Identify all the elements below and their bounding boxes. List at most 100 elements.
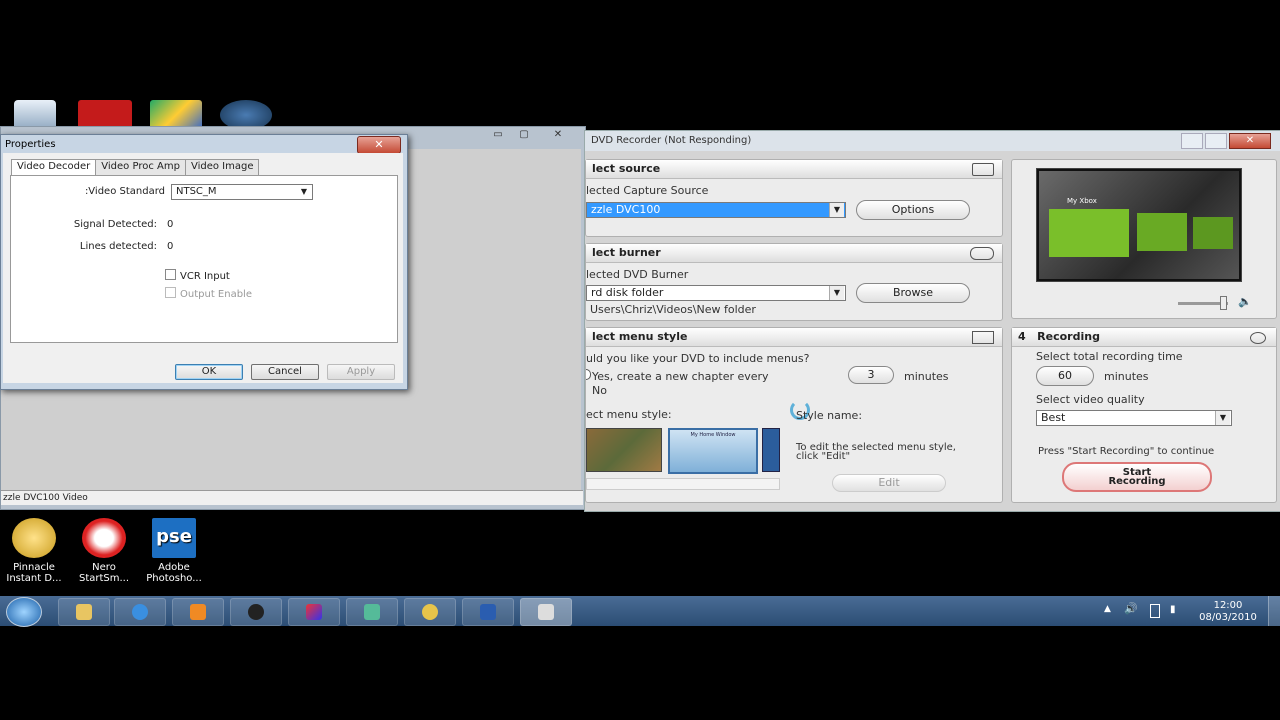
- taskbar: ▲ 🔊 ▮ 12:00 08/03/2010: [0, 596, 1280, 627]
- signal-detected-value: 0: [167, 219, 174, 230]
- preview-panel: My Xbox 🔈: [1011, 159, 1277, 319]
- recording-title: Recording: [1037, 330, 1100, 343]
- close-button[interactable]: ✕: [1229, 133, 1271, 149]
- dvd-burner-select[interactable]: rd disk folder ▼: [586, 285, 846, 301]
- tab-video-image[interactable]: Video Image: [184, 159, 260, 176]
- recording-panel: 4 Recording Select total recording time …: [1011, 327, 1277, 503]
- taskbar-pinnacle[interactable]: [404, 598, 456, 626]
- media-player-icon: [190, 604, 206, 620]
- chevron-down-icon: ▼: [297, 185, 311, 199]
- folder-icon: [76, 604, 92, 620]
- window-title: DVD Recorder (Not Responding): [591, 135, 752, 146]
- start-button[interactable]: [6, 597, 42, 627]
- shortcut-label-line1: Pinnacle: [13, 562, 55, 573]
- browse-button[interactable]: Browse: [856, 283, 970, 303]
- cancel-button[interactable]: Cancel: [251, 364, 319, 380]
- recording-time-label: Select total recording time: [1036, 350, 1183, 363]
- chevron-down-icon: ▼: [829, 203, 844, 217]
- taskbar-tv[interactable]: [230, 598, 282, 626]
- menu-thumbnail-3[interactable]: [762, 428, 780, 472]
- taskbar-film[interactable]: [462, 598, 514, 626]
- yes-chapter-label[interactable]: Yes, create a new chapter every: [592, 370, 769, 383]
- maximize-button[interactable]: ▢: [513, 129, 535, 141]
- start-recording-button[interactable]: Start Recording: [1062, 462, 1212, 492]
- video-preview: My Xbox: [1036, 168, 1242, 282]
- volume-icon[interactable]: 🔊: [1124, 602, 1138, 615]
- people-icon: [364, 604, 380, 620]
- vcr-input-checkbox[interactable]: VCR Input: [165, 269, 230, 282]
- video-standard-select[interactable]: NTSC_M ▼: [171, 184, 313, 200]
- apply-button[interactable]: Apply: [327, 364, 395, 380]
- record-icon: [1250, 332, 1266, 344]
- taskbar-ie[interactable]: [114, 598, 166, 626]
- clock-time[interactable]: 12:00: [1200, 600, 1256, 611]
- taskbar-people[interactable]: [346, 598, 398, 626]
- minimize-button[interactable]: ▭: [487, 129, 509, 141]
- video-standard-label: :Video Standard: [84, 186, 165, 197]
- taskbar-explorer[interactable]: [58, 598, 110, 626]
- preview-caption: My Xbox: [1067, 197, 1097, 205]
- menu-scrollbar[interactable]: [586, 478, 780, 490]
- burner-panel: lect burner lected DVD Burner rd disk fo…: [585, 243, 1003, 321]
- clock-date[interactable]: 08/03/2010: [1196, 612, 1260, 623]
- desktop-shortcut-pinnacle[interactable]: Pinnacle Instant D...: [2, 518, 66, 584]
- maximize-button[interactable]: [1205, 133, 1227, 149]
- taskbar-media-player[interactable]: [172, 598, 224, 626]
- show-desktop-button[interactable]: [1268, 596, 1280, 626]
- menu-style-label: ect menu style:: [586, 408, 672, 421]
- chapter-minutes-unit: minutes: [904, 370, 949, 383]
- pinnacle-icon: [12, 518, 56, 558]
- preview-tile-third: [1193, 217, 1233, 249]
- close-button[interactable]: ✕: [547, 129, 569, 141]
- disc-icon: [970, 247, 994, 260]
- photoshop-icon: pse: [152, 518, 196, 558]
- menu-panel: lect menu style uld you like your DVD to…: [585, 327, 1003, 503]
- video-quality-value: Best: [1041, 411, 1066, 424]
- thumbnail-caption: My Home Window: [690, 432, 736, 438]
- desktop-shortcut-nero[interactable]: Nero StartSm...: [72, 518, 136, 584]
- dvd-titlebar: DVD Recorder (Not Responding) ✕: [585, 131, 1280, 151]
- shortcut-label-line2: Instant D...: [6, 573, 62, 584]
- preview-tile-second: [1137, 213, 1187, 251]
- recording-time-input[interactable]: 60: [1036, 366, 1094, 386]
- volume-thumb[interactable]: [1220, 296, 1227, 310]
- capture-icon: [972, 163, 994, 176]
- nero-icon: [82, 518, 126, 558]
- shortcut-label-line2: StartSm...: [78, 573, 130, 584]
- source-header: lect source: [586, 160, 1002, 179]
- shortcut-label-line1: Nero: [92, 562, 116, 573]
- taskbar-dvd-recorder[interactable]: [520, 598, 572, 626]
- video-quality-select[interactable]: Best ▼: [1036, 410, 1232, 426]
- capture-source-select[interactable]: zzle DVC100 ▼: [586, 202, 846, 218]
- yes-radio[interactable]: [586, 369, 591, 380]
- checkbox-box: [165, 269, 176, 280]
- output-enable-checkbox[interactable]: Output Enable: [165, 287, 252, 300]
- menu-icon: [972, 331, 994, 344]
- ok-button[interactable]: OK: [175, 364, 243, 380]
- menu-thumbnail-1[interactable]: [586, 428, 662, 472]
- close-button[interactable]: ✕: [357, 136, 401, 154]
- dvd-burner-value: rd disk folder: [591, 286, 664, 299]
- capture-source-label: lected Capture Source: [586, 184, 709, 197]
- speaker-icon[interactable]: 🔈: [1238, 295, 1252, 308]
- menu-header: lect menu style: [586, 328, 1002, 347]
- network-icon[interactable]: ▮: [1170, 604, 1176, 615]
- show-hidden-icons[interactable]: ▲: [1104, 604, 1111, 614]
- taskbar-paint[interactable]: [288, 598, 340, 626]
- no-option-label[interactable]: No: [592, 384, 607, 397]
- paint-icon: [306, 604, 322, 620]
- options-button[interactable]: Options: [856, 200, 970, 220]
- shortcut-label-line2: Photosho...: [146, 573, 202, 584]
- signal-detected-label: Signal Detected:: [73, 219, 157, 230]
- vcr-input-label: VCR Input: [180, 271, 230, 282]
- menu-thumbnail-2[interactable]: My Home Window: [668, 428, 758, 474]
- checkbox-box: [165, 287, 176, 298]
- desktop-shortcut-photoshop[interactable]: pse Adobe Photosho...: [142, 518, 206, 584]
- minimize-button[interactable]: [1181, 133, 1203, 149]
- battery-icon[interactable]: [1150, 604, 1160, 618]
- lines-detected-value: 0: [167, 241, 174, 252]
- edit-button[interactable]: Edit: [832, 474, 946, 492]
- source-panel: lect source lected Capture Source zzle D…: [585, 159, 1003, 237]
- tab-video-proc-amp[interactable]: Video Proc Amp: [95, 159, 186, 176]
- chapter-minutes-input[interactable]: 3: [848, 366, 894, 384]
